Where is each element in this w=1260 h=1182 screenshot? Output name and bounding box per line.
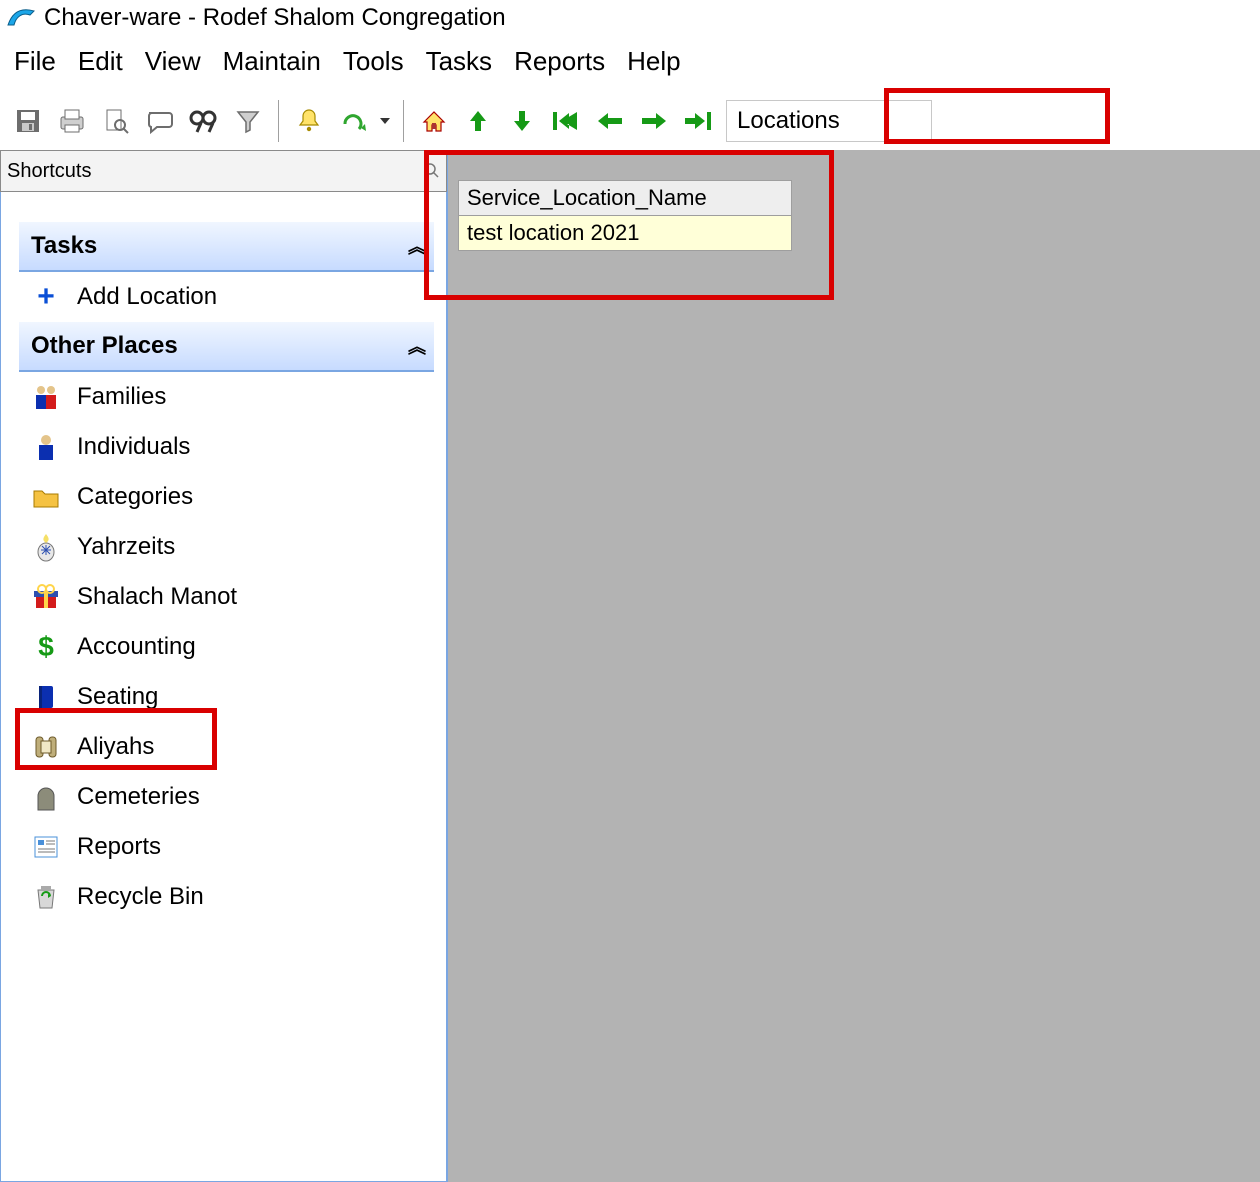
menu-tools[interactable]: Tools [339, 44, 408, 84]
locations-grid[interactable]: Service_Location_Name test location 2021 [458, 180, 792, 251]
nav-up-icon[interactable] [456, 99, 500, 143]
chat-icon[interactable] [138, 99, 182, 143]
sidebar-item-seating[interactable]: Seating [19, 672, 434, 722]
menu-tasks[interactable]: Tasks [422, 44, 496, 84]
sidebar-item-individuals[interactable]: Individuals [19, 422, 434, 472]
nav-next-icon[interactable] [632, 99, 676, 143]
sidebar-item-aliyahs[interactable]: Aliyahs [19, 722, 434, 772]
tasks-title: Tasks [31, 232, 97, 260]
collapse-icon: ︽ [408, 333, 422, 359]
shortcuts-header-label: Shortcuts [7, 160, 91, 183]
grid-row[interactable]: test location 2021 [459, 216, 791, 250]
menu-edit[interactable]: Edit [74, 44, 127, 84]
sidebar-item-label: Recycle Bin [77, 883, 204, 911]
sidebar-item-label: Yahrzeits [77, 533, 175, 561]
menu-reports[interactable]: Reports [510, 44, 609, 84]
svg-text:$: $ [38, 632, 54, 662]
sidebar-item-cemeteries[interactable]: Cemeteries [19, 772, 434, 822]
sidebar-item-categories[interactable]: Categories [19, 472, 434, 522]
sidebar-item-reports[interactable]: Reports [19, 822, 434, 872]
grid-column-header[interactable]: Service_Location_Name [459, 181, 791, 216]
toolbar: Locations [0, 94, 1260, 150]
cemetery-icon [31, 782, 61, 812]
search-icon[interactable] [182, 99, 226, 143]
sidebar-item-label: Accounting [77, 633, 196, 661]
report-icon [31, 832, 61, 862]
home-icon[interactable] [412, 99, 456, 143]
main-content: Service_Location_Name test location 2021 [448, 150, 1260, 1182]
sidebar-item-label: Cemeteries [77, 783, 200, 811]
locations-label[interactable]: Locations [726, 100, 932, 142]
menubar: File Edit View Maintain Tools Tasks Repo… [0, 36, 1260, 94]
plus-icon: + [31, 282, 61, 312]
dollar-icon: $ [31, 632, 61, 662]
menu-file[interactable]: File [10, 44, 60, 84]
sidebar-item-label: Reports [77, 833, 161, 861]
sidebar-item-label: Categories [77, 483, 193, 511]
sidebar-item-label: Seating [77, 683, 158, 711]
shortcuts-header: Shortcuts [0, 150, 447, 192]
menu-maintain[interactable]: Maintain [219, 44, 325, 84]
redo-icon[interactable] [331, 99, 375, 143]
shortcuts-panel: Shortcuts Tasks ︽ + Add Location Other P… [0, 150, 448, 1182]
folder-icon [31, 482, 61, 512]
print-icon[interactable] [50, 99, 94, 143]
dropdown-arrow-icon[interactable] [375, 99, 395, 143]
sidebar-item-accounting[interactable]: $ Accounting [19, 622, 434, 672]
sidebar-item-recycle-bin[interactable]: Recycle Bin [19, 872, 434, 922]
window-title: Chaver-ware - Rodef Shalom Congregation [44, 4, 506, 32]
seating-icon [31, 682, 61, 712]
save-icon[interactable] [6, 99, 50, 143]
filter-icon[interactable] [226, 99, 270, 143]
sidebar-item-yahrzeits[interactable]: Yahrzeits [19, 522, 434, 572]
gift-icon [31, 582, 61, 612]
task-label: Add Location [77, 283, 217, 311]
menu-help[interactable]: Help [623, 44, 684, 84]
pin-icon[interactable] [422, 162, 440, 180]
aliyahs-icon [31, 732, 61, 762]
sidebar-item-label: Aliyahs [77, 733, 154, 761]
sidebar-item-label: Individuals [77, 433, 190, 461]
titlebar: Chaver-ware - Rodef Shalom Congregation [0, 0, 1260, 36]
sidebar-item-label: Shalach Manot [77, 583, 237, 611]
other-places-title: Other Places [31, 332, 178, 360]
bell-icon[interactable] [287, 99, 331, 143]
toolbar-separator [403, 100, 404, 142]
collapse-icon: ︽ [408, 233, 422, 259]
nav-down-icon[interactable] [500, 99, 544, 143]
tasks-section-header[interactable]: Tasks ︽ [19, 222, 434, 272]
individual-icon [31, 432, 61, 462]
menu-view[interactable]: View [141, 44, 205, 84]
task-add-location[interactable]: + Add Location [19, 272, 434, 322]
app-icon [6, 5, 36, 31]
families-icon [31, 382, 61, 412]
other-places-section-header[interactable]: Other Places ︽ [19, 322, 434, 372]
print-preview-icon[interactable] [94, 99, 138, 143]
nav-last-icon[interactable] [676, 99, 720, 143]
toolbar-separator [278, 100, 279, 142]
recycle-bin-icon [31, 882, 61, 912]
nav-prev-icon[interactable] [588, 99, 632, 143]
sidebar-item-label: Families [77, 383, 166, 411]
sidebar-item-shalach-manot[interactable]: Shalach Manot [19, 572, 434, 622]
yahrzeit-icon [31, 532, 61, 562]
nav-first-icon[interactable] [544, 99, 588, 143]
sidebar-item-families[interactable]: Families [19, 372, 434, 422]
